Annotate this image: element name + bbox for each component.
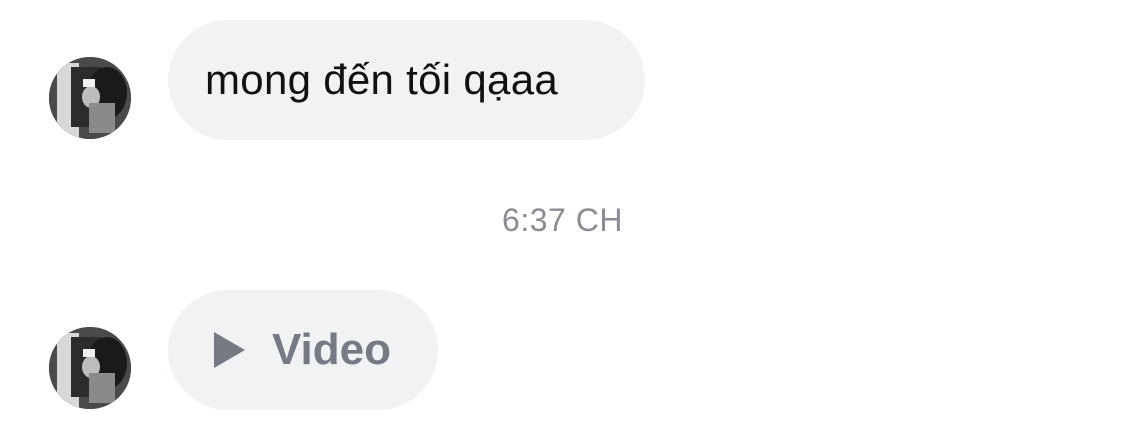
user-avatar-icon	[49, 57, 131, 139]
sender-avatar[interactable]	[49, 327, 131, 409]
video-message-bubble[interactable]: Video	[168, 290, 438, 410]
timestamp-text: 6:37 CH	[502, 202, 623, 238]
play-icon	[214, 332, 245, 368]
user-avatar-icon	[49, 327, 131, 409]
message-bubble[interactable]: mong đến tối qạaa	[168, 20, 645, 140]
video-label: Video	[272, 325, 392, 374]
message-text: mong đến tối qạaa	[205, 56, 559, 103]
sender-avatar[interactable]	[49, 57, 131, 139]
message-timestamp: 6:37 CH	[0, 202, 1125, 239]
